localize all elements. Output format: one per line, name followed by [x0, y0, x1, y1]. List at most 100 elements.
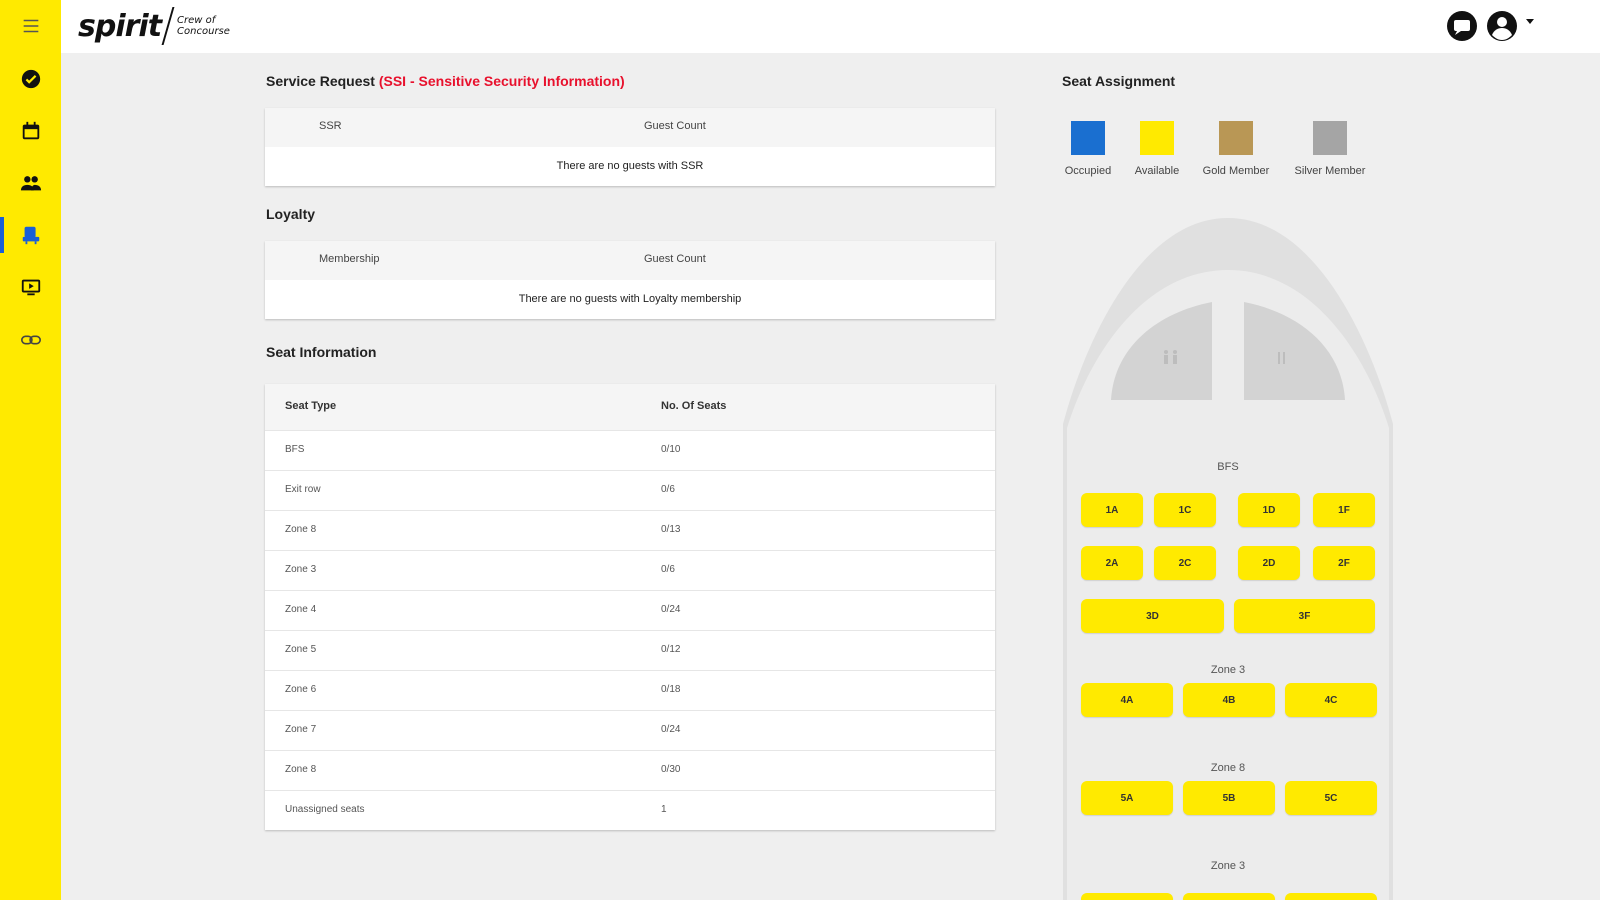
table-row: Zone 8 0/30 — [265, 750, 995, 790]
seat-type-cell: Zone 3 — [285, 564, 317, 575]
seat-button-partial[interactable] — [1183, 893, 1275, 900]
logo-tagline-line1: Crew of — [177, 15, 216, 26]
seat-count-cell: 0/24 — [661, 724, 681, 735]
sidebar-item-media[interactable] — [0, 267, 61, 307]
sidebar-item-links[interactable] — [0, 320, 61, 360]
loyalty-table: Membership Guest Count There are no gues… — [265, 241, 995, 319]
legend-swatch-gold-member — [1219, 121, 1253, 155]
seat-information-title: Seat Information — [266, 344, 377, 360]
seat-button[interactable]: 3D — [1081, 599, 1224, 633]
sidebar-item-crew[interactable] — [0, 163, 61, 203]
seat-type-cell: Zone 8 — [285, 524, 317, 535]
sidebar — [0, 0, 61, 900]
seat-button[interactable]: 3F — [1234, 599, 1375, 633]
service-request-empty-message: There are no guests with SSR — [556, 160, 704, 172]
loyalty-empty-message: There are no guests with Loyalty members… — [518, 293, 742, 305]
zone-label: BFS — [1217, 461, 1239, 473]
seat-count-cell: 0/13 — [661, 524, 681, 535]
legend-label-gold-member: Gold Member — [1202, 165, 1270, 177]
seat-count-cell: 0/10 — [661, 444, 681, 455]
column-header-guest-count: Guest Count — [644, 120, 706, 132]
sidebar-item-seat-map[interactable] — [0, 215, 61, 255]
seat-type-cell: Zone 5 — [285, 644, 317, 655]
seat-button[interactable]: 5B — [1183, 781, 1275, 815]
spirit-logo[interactable]: spirit Crew of Concourse — [78, 6, 230, 46]
seat-type-cell: Exit row — [285, 484, 321, 495]
chat-icon[interactable] — [1446, 10, 1478, 42]
legend-swatch-silver-member — [1313, 121, 1347, 155]
seat-count-cell: 0/6 — [661, 564, 675, 575]
seat-icon — [22, 226, 39, 245]
legend-gold-member: Gold Member — [1196, 121, 1276, 177]
legend-label-occupied: Occupied — [1064, 165, 1112, 177]
seat-information-table: Seat Type No. Of Seats BFS 0/10 Exit row 0/… — [265, 384, 995, 830]
chevron-down-icon[interactable] — [1526, 18, 1534, 24]
seat-button[interactable]: 4A — [1081, 683, 1173, 717]
seat-button[interactable]: 1F — [1313, 493, 1375, 527]
menu-icon — [23, 19, 38, 33]
table-row: Zone 3 0/6 — [265, 550, 995, 590]
seat-button[interactable]: 5C — [1285, 781, 1377, 815]
seat-count-cell: 0/30 — [661, 764, 681, 775]
loyalty-title: Loyalty — [266, 206, 316, 222]
column-header-ssr: SSR — [319, 120, 342, 132]
seat-button-partial[interactable] — [1285, 893, 1377, 900]
table-row: BFS 0/10 — [265, 430, 995, 470]
zone-label: Zone 8 — [1210, 762, 1246, 774]
seat-count-cell: 0/24 — [661, 604, 681, 615]
table-row: Zone 6 0/18 — [265, 670, 995, 710]
legend-label-silver-member: Silver Member — [1294, 165, 1366, 177]
seat-button[interactable]: 2C — [1154, 546, 1216, 580]
legend-available: Available — [1117, 121, 1197, 177]
seat-information-rows: BFS 0/10 Exit row 0/6 Zone 8 0/13 Zone 3 0/6 Zon… — [265, 430, 995, 830]
loyalty-table-header: Membership Guest Count — [265, 241, 995, 280]
seat-type-cell: Unassigned seats — [285, 804, 365, 815]
service-request-title: Service Request (SSI - Sensitive Securit… — [266, 73, 625, 89]
service-request-table-header: SSR Guest Count — [265, 108, 995, 147]
sidebar-item-checkin[interactable] — [0, 59, 61, 99]
seat-count-cell: 0/6 — [661, 484, 675, 495]
seat-type-cell: Zone 7 — [285, 724, 317, 735]
sidebar-item-calendar[interactable] — [0, 111, 61, 151]
table-row: Zone 7 0/24 — [265, 710, 995, 750]
seat-type-cell: BFS — [285, 444, 305, 455]
check-circle-icon — [21, 69, 40, 89]
ssi-warning-text: (SSI - Sensitive Security Information) — [378, 73, 625, 89]
seat-button[interactable]: 1A — [1081, 493, 1143, 527]
legend-label-available: Available — [1134, 165, 1180, 177]
legend-swatch-occupied — [1071, 121, 1105, 155]
seat-button[interactable]: 2D — [1238, 546, 1300, 580]
top-header: spirit Crew of Concourse — [61, 0, 1600, 53]
seat-button[interactable]: 1C — [1154, 493, 1216, 527]
legend-silver-member: Silver Member — [1290, 121, 1370, 177]
column-header-seat-type: Seat Type — [285, 400, 337, 412]
legend-occupied: Occupied — [1048, 121, 1128, 177]
table-row: Zone 5 0/12 — [265, 630, 995, 670]
seat-button[interactable]: 2F — [1313, 546, 1375, 580]
user-account-icon[interactable] — [1486, 10, 1518, 42]
logo-tagline-line2: Concourse — [177, 26, 230, 37]
zone-label: Zone 3 — [1210, 664, 1246, 676]
seat-button-partial[interactable] — [1081, 893, 1173, 900]
zone-label: Zone 3 — [1210, 860, 1246, 872]
seat-type-cell: Zone 6 — [285, 684, 317, 695]
seat-type-cell: Zone 4 — [285, 604, 317, 615]
seat-button[interactable]: 1D — [1238, 493, 1300, 527]
seat-button[interactable]: 4B — [1183, 683, 1275, 717]
table-row: Exit row 0/6 — [265, 470, 995, 510]
link-icon — [20, 335, 41, 345]
menu-toggle-button[interactable] — [0, 6, 61, 46]
table-row: Zone 4 0/24 — [265, 590, 995, 630]
seat-button[interactable]: 2A — [1081, 546, 1143, 580]
seat-information-table-header: Seat Type No. Of Seats — [265, 384, 995, 430]
column-header-no-of-seats: No. Of Seats — [661, 400, 727, 412]
seat-count-cell: 1 — [661, 804, 667, 815]
service-request-table: SSR Guest Count There are no guests with… — [265, 108, 995, 186]
table-row: Unassigned seats 1 — [265, 790, 995, 830]
seat-button[interactable]: 5A — [1081, 781, 1173, 815]
calendar-icon — [22, 121, 39, 140]
seat-type-cell: Zone 8 — [285, 764, 317, 775]
header-actions — [1446, 10, 1534, 42]
logo-wordmark: spirit — [78, 8, 162, 44]
seat-button[interactable]: 4C — [1285, 683, 1377, 717]
